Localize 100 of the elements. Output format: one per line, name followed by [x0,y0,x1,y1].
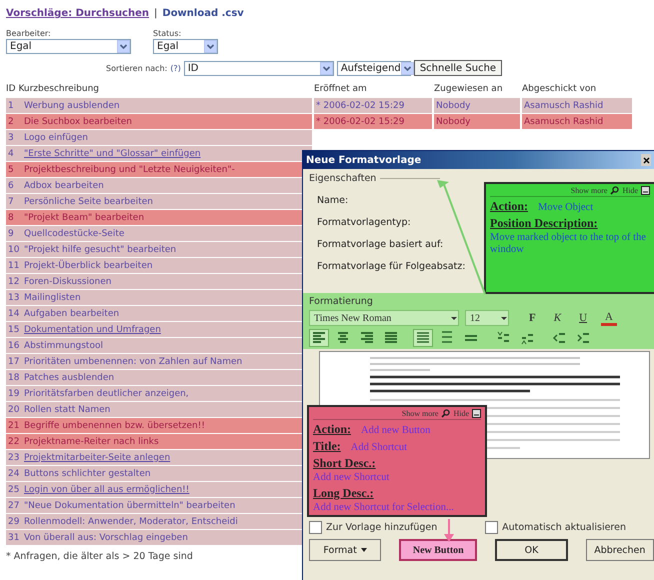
summary-link[interactable]: Mailinglisten [24,292,81,302]
align-center-icon [335,330,351,346]
summary-link[interactable]: Adbox bearbeiten [24,180,104,190]
show-more-link[interactable]: Show more [402,409,438,418]
dropdown-caret-icon[interactable] [117,40,130,53]
minimize-icon[interactable] [641,186,650,195]
row-id: 29 [8,516,20,526]
style-button[interactable]: A [601,310,617,326]
summary-link[interactable]: Begriffe umbenennen bzw. übersetzen!! [24,420,205,430]
note-value: Move marked object to the top of the window [490,232,647,256]
sort-label: Sortieren nach: [106,64,168,72]
browse-link[interactable]: Vorschläge: Durchsuchen [6,8,150,19]
summary-link[interactable]: Rollenmodell: Anwender, Moderator, Entscheidi [24,516,238,526]
filter-label: Bearbeiter: [6,29,52,38]
row-id: 14 [8,308,20,318]
note-label: Action: [313,422,351,437]
table-cell: Asamusch Rashid [522,114,632,129]
table-cell: Asamusch Rashid [522,98,632,113]
checkbox[interactable]: Automatisch aktualisieren [485,521,626,534]
dropdown-caret-icon[interactable] [320,62,333,74]
filter-label: Status: [153,29,182,38]
minimize-icon[interactable] [472,409,481,418]
row-id: 21 [8,420,20,430]
hide-link[interactable]: Hide [453,409,469,418]
hide-link[interactable]: Hide [622,186,638,195]
summary-link[interactable]: Logo einfügen [24,132,88,142]
filter-select[interactable]: Egal [6,39,131,54]
row-id: 25 [8,484,20,494]
format-menu-button[interactable]: Format [309,539,382,561]
show-more-link[interactable]: Show more [570,186,608,195]
row-id: 5 [8,164,15,174]
row-id: 17 [8,356,20,366]
caret-icon [360,548,367,552]
search-icon [441,409,450,418]
row-id: 6 [8,180,15,190]
summary-link[interactable]: Projektmitarbeiter-Seite anlegen [24,452,170,462]
style-button[interactable]: U [575,312,592,324]
cancel-button[interactable]: Abbrechen [586,539,654,561]
align-left-button[interactable] [309,329,329,347]
ok-button[interactable]: OK [495,539,568,561]
help-link[interactable]: (?) [170,64,181,72]
summary-link[interactable]: Projekt-Überblick bearbeiten [24,260,153,270]
summary-link[interactable]: Projektname-Reiter nach links [24,436,159,446]
summary-link[interactable]: "Neue Dokumentation übermitteln" bearbeiten [24,500,236,510]
checkbox[interactable]: Zur Vorlage hinzufügen [309,521,438,534]
field-label: Formatvorlagentyp: [317,217,411,228]
summary-link[interactable]: Rollen statt Namen [24,404,110,414]
summary-link[interactable]: Quellcodestücke-Seite [24,228,124,238]
download-link[interactable]: Download .csv [162,8,244,19]
summary-link[interactable]: Login von über all aus ermöglichen!! [24,484,190,494]
summary-link[interactable]: Von überall aus: Vorschlag eingeben [24,532,188,542]
row-id: 4 [8,148,15,158]
align-right-icon [359,330,375,346]
summary-link[interactable]: Werbung ausblenden [24,100,120,110]
summary-link[interactable]: "Projekt hilfe gesucht" bearbeiten [24,244,176,254]
note-value: Add Shortcut [350,442,408,454]
note-value: Add new Shortcut for Selection... [313,502,454,514]
summary-link[interactable]: Abstimmungstool [24,340,103,350]
style-button[interactable]: F [525,312,540,324]
dropdown-caret-icon[interactable] [400,62,414,74]
summary-link[interactable]: Aufgaben bearbeiten [24,308,120,318]
row-id: 3 [8,132,15,142]
link-separator: | [154,8,158,19]
table-cell: * 2006-02-02 15:29 [314,98,432,113]
column-header: ID Kurzbeschreibung [6,83,100,96]
row-id: 22 [8,436,20,446]
size-select[interactable]: 12 [465,310,509,326]
note-label: Short Desc.: [313,456,376,472]
row-id: 24 [8,468,20,478]
summary-link[interactable]: "Projekt Beam" bearbeiten [24,212,144,222]
summary-link[interactable]: Foren-Diskussionen [24,276,112,286]
summary-link[interactable]: Patches ausblenden [24,372,114,382]
sort-order-select[interactable]: Aufsteigend [336,60,411,76]
quick-search-button[interactable]: Schnelle Suche [414,60,502,76]
summary-link[interactable]: Projektbeschreibung und "Letzte Neuigkeiten"- [24,164,235,174]
justify-icon [383,330,399,346]
summary-link[interactable]: "Erste Schritte" und "Glossar" einfügen [24,148,201,158]
row-id: 13 [8,292,20,302]
summary-link[interactable]: Buttons schlichter gestalten [24,468,151,478]
row-id: 27 [8,500,20,510]
summary-link[interactable]: Prioritäten umbenennen: von Zahlen auf Namen [24,356,242,366]
summary-link[interactable]: Die Suchbox bearbeiten [24,116,132,126]
footnote: * Anfragen, die älter als > 20 Tage sind [6,551,194,562]
summary-link[interactable]: Prioritätsfarben deutlicher anzeigen, [24,388,189,398]
summary-link[interactable]: Persönliche Seite bearbeiten [24,196,153,206]
close-icon [642,156,650,164]
style-button[interactable]: K [550,312,566,324]
align-left-icon [311,330,327,346]
row-id: 9 [8,228,15,238]
row-id: 18 [8,372,20,382]
summary-link[interactable]: Dokumentation und Umfragen [24,324,161,334]
caret-icon [500,314,508,322]
close-button[interactable] [641,154,651,166]
dropdown-caret-icon[interactable] [204,40,217,53]
sort-field-select[interactable]: ID [184,60,334,76]
single-spacing-button[interactable] [413,329,433,347]
note-value: Add new Shortcut [313,472,390,484]
filter-select[interactable]: Egal [153,39,218,54]
new-button[interactable]: New Button [399,539,478,561]
font-select[interactable]: Times New Roman [309,310,459,326]
